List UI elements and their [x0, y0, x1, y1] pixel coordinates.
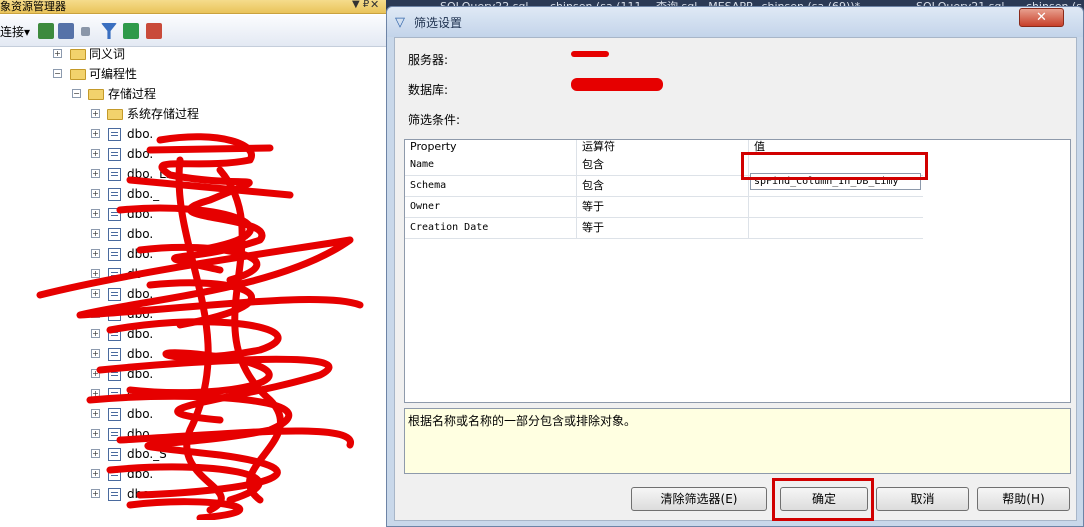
folder-icon [70, 49, 86, 60]
pin-icon[interactable]: ▼ ₽ [352, 0, 369, 10]
highlight-annotation-ok [772, 478, 874, 521]
connect-button[interactable]: 连接▾ [0, 23, 30, 40]
redaction-scribble [36, 133, 364, 520]
disconnect-icon[interactable] [58, 23, 74, 39]
cancel-button[interactable]: 取消 [876, 487, 969, 511]
tree-node-programmability[interactable]: − 可编程性 [0, 64, 386, 84]
collapse-icon[interactable]: − [72, 89, 81, 98]
explorer-title: 象资源管理器 [0, 0, 66, 13]
explorer-toolbar: 连接▾ [0, 15, 386, 47]
dialog-title: 筛选设置 [414, 16, 463, 30]
refresh-icon[interactable] [123, 23, 139, 39]
tree-node-synonyms[interactable]: + 同义词 [0, 44, 386, 64]
row-value[interactable] [749, 197, 923, 218]
row-operator[interactable]: 等于 [577, 197, 749, 218]
dialog-body: 服务器: 数据库: 筛选条件: Property 运算符 值 Name 包含 s… [394, 37, 1077, 521]
close-icon[interactable]: ✕ [370, 0, 379, 11]
collapse-icon[interactable]: − [53, 69, 62, 78]
object-explorer: 象资源管理器 ▼ ₽ ✕ 连接▾ + 同义词 − 可编程性 − 存储过程 + 系… [0, 0, 386, 527]
dialog-title-bar: ▽ 筛选设置 ✕ [387, 7, 1083, 37]
tree-node-label: 可编程性 [89, 67, 138, 81]
filter-icon[interactable] [101, 23, 117, 39]
tree-node-label: 同义词 [89, 47, 126, 61]
row-value[interactable] [749, 218, 923, 239]
row-property: Name [405, 155, 577, 176]
row-operator[interactable]: 等于 [577, 218, 749, 239]
filter-row-creation-date[interactable]: Creation Date 等于 [405, 218, 923, 239]
summary-icon[interactable] [146, 23, 162, 39]
header-operator: 运算符 [577, 140, 749, 155]
clear-filter-button[interactable]: 清除筛选器(E) [631, 487, 767, 511]
close-button[interactable]: ✕ [1019, 8, 1064, 27]
explorer-title-bar: 象资源管理器 ▼ ₽ ✕ [0, 0, 386, 14]
database-value-redacted [571, 78, 663, 91]
filter-grid: Property 运算符 值 Name 包含 spFind_Column_In_… [404, 139, 1071, 403]
folder-icon [88, 89, 104, 100]
row-operator[interactable]: 包含 [577, 176, 749, 197]
filter-row-owner[interactable]: Owner 等于 [405, 197, 923, 218]
server-value-redacted [571, 51, 609, 57]
row-operator[interactable]: 包含 [577, 155, 749, 176]
filter-criteria-label: 筛选条件: [408, 113, 461, 127]
row-property: Owner [405, 197, 577, 218]
filter-icon: ▽ [395, 15, 405, 30]
row-property: Schema [405, 176, 577, 197]
database-label: 数据库: [408, 83, 449, 97]
highlight-annotation-value [741, 152, 928, 180]
filter-settings-dialog: ▽ 筛选设置 ✕ 服务器: 数据库: 筛选条件: Property 运算符 值 … [386, 6, 1084, 527]
connect-icon[interactable] [38, 23, 54, 39]
folder-icon [70, 69, 86, 80]
server-label: 服务器: [408, 53, 449, 67]
header-property: Property [405, 140, 577, 155]
expand-icon[interactable]: + [53, 49, 62, 58]
stop-icon[interactable] [81, 27, 90, 36]
row-property: Creation Date [405, 218, 577, 239]
help-button[interactable]: 帮助(H) [977, 487, 1070, 511]
description-panel: 根据名称或名称的一部分包含或排除对象。 [404, 408, 1071, 474]
